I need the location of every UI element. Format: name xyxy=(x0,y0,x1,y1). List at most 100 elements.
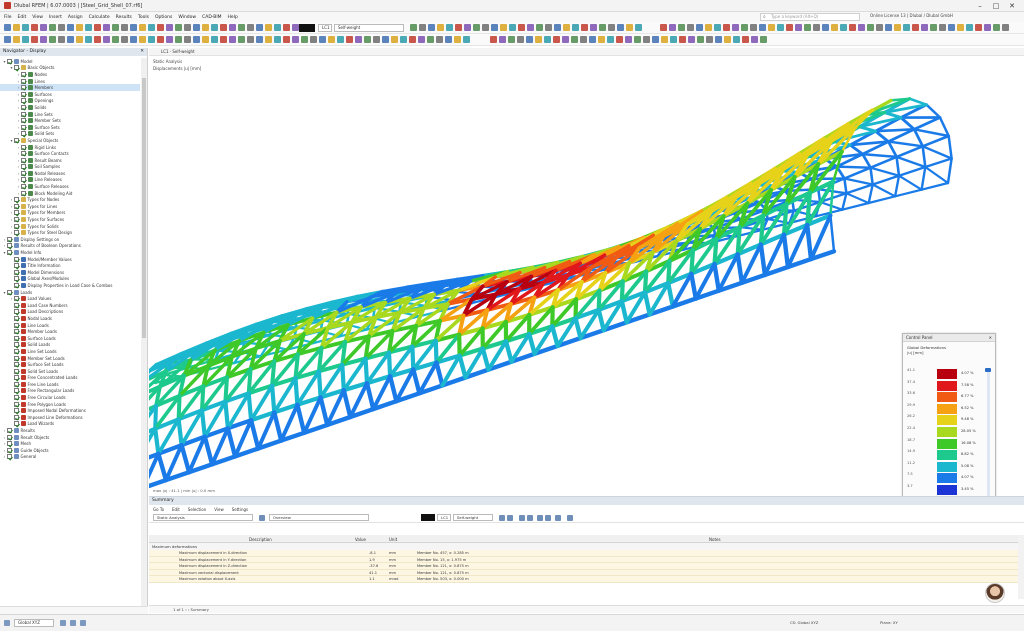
member-line[interactable] xyxy=(921,134,950,148)
summary-menu-view[interactable]: View xyxy=(214,507,224,512)
toolbar-tool-icon[interactable] xyxy=(148,24,155,31)
member-line[interactable] xyxy=(845,183,874,195)
nav-tree-item[interactable]: Free Circular Loads xyxy=(0,394,140,401)
color-scale-slider[interactable] xyxy=(987,370,990,505)
member-line[interactable] xyxy=(149,477,169,489)
member-line[interactable] xyxy=(895,155,901,177)
nav-tree-item[interactable]: Imposed Line Deformations xyxy=(0,414,140,421)
visibility-checkbox[interactable] xyxy=(14,230,19,236)
visibility-checkbox[interactable] xyxy=(14,375,19,381)
toolbar-tool-icon[interactable] xyxy=(759,24,766,31)
visibility-checkbox[interactable] xyxy=(21,177,26,183)
member-line[interactable] xyxy=(871,174,901,186)
toolbar-tool-icon[interactable] xyxy=(193,24,200,31)
toolbar-tool-icon[interactable] xyxy=(238,36,245,43)
nav-tree-item[interactable]: › Soil Samples xyxy=(0,164,140,171)
visibility-checkbox[interactable] xyxy=(14,269,19,275)
nav-tree-item[interactable]: › Result Beams xyxy=(0,157,140,164)
toolbar-tool-icon[interactable] xyxy=(373,36,380,43)
scale-color-swatch[interactable] xyxy=(937,392,957,403)
nav-tree-item[interactable]: › Block Modeling Aid xyxy=(0,190,140,197)
toolbar-tool-icon[interactable] xyxy=(635,24,642,31)
nav-tree-item[interactable]: Model/Member Values xyxy=(0,256,140,263)
member-line[interactable] xyxy=(386,350,393,379)
toolbar-tool-icon[interactable] xyxy=(563,24,570,31)
toolbar-tool-icon[interactable] xyxy=(22,24,29,31)
nav-tree-item[interactable]: › Members xyxy=(0,84,140,91)
member-line[interactable] xyxy=(848,143,865,156)
visibility-checkbox[interactable] xyxy=(14,217,19,223)
nav-tree-item[interactable]: ▾ Model Info xyxy=(0,249,140,256)
member-line[interactable] xyxy=(845,192,870,205)
nav-tree-item[interactable]: Title Information xyxy=(0,262,140,269)
toolbar-tool-icon[interactable] xyxy=(193,36,200,43)
member-line[interactable] xyxy=(758,242,768,278)
toolbar-tool-icon[interactable] xyxy=(751,36,758,43)
toolbar-tool-icon[interactable] xyxy=(572,24,579,31)
toolbar-tool-icon[interactable] xyxy=(473,24,480,31)
toolbar-tool-icon[interactable] xyxy=(202,24,209,31)
toolbar-tool-icon[interactable] xyxy=(67,36,74,43)
visibility-checkbox[interactable] xyxy=(14,381,19,387)
toolbar-tool-icon[interactable] xyxy=(921,24,928,31)
control-panel-close-icon[interactable]: ✕ xyxy=(989,334,992,342)
toolbar-tool-icon[interactable] xyxy=(283,24,290,31)
toolbar-tool-icon[interactable] xyxy=(581,24,588,31)
viewport-tab[interactable]: LC1 · Self-weight xyxy=(149,48,1024,56)
nav-tree-item[interactable]: Solid Loads xyxy=(0,342,140,349)
toolbar-tool-icon[interactable] xyxy=(410,24,417,31)
member-line[interactable] xyxy=(246,391,254,423)
toolbar-tool-icon[interactable] xyxy=(355,36,362,43)
member-line[interactable] xyxy=(153,426,161,456)
member-line[interactable] xyxy=(869,155,898,169)
toolbar-tool-icon[interactable] xyxy=(741,24,748,31)
member-line[interactable] xyxy=(433,338,439,365)
toolbar-tool-icon[interactable] xyxy=(94,36,101,43)
toolbar-tool-icon[interactable] xyxy=(607,36,614,43)
visibility-checkbox[interactable] xyxy=(14,329,19,335)
member-line[interactable] xyxy=(550,324,560,349)
nav-tree-item[interactable]: › Surface Sets xyxy=(0,124,140,131)
toolbar-tool-icon[interactable] xyxy=(418,36,425,43)
ortho-icon[interactable] xyxy=(80,620,86,626)
visibility-checkbox[interactable] xyxy=(21,151,26,157)
nav-tree-item[interactable]: › Mesh xyxy=(0,440,140,447)
navigator-scrollbar[interactable] xyxy=(141,58,147,613)
summary-scrollbar[interactable] xyxy=(1018,535,1024,599)
nav-tree-item[interactable]: › Nodes xyxy=(0,71,140,78)
toolbar-tool-icon[interactable] xyxy=(518,24,525,31)
toolbar-tool-icon[interactable] xyxy=(454,36,461,43)
previous-icon[interactable] xyxy=(499,514,505,521)
nav-tree-item[interactable]: Free Rectangular Loads xyxy=(0,388,140,395)
scale-color-swatch[interactable] xyxy=(937,369,957,379)
nav-tree-item[interactable]: › Types for Nodes xyxy=(0,196,140,203)
nav-tree-item[interactable]: › Lines xyxy=(0,78,140,85)
nav-tree-item[interactable]: Member Set Loads xyxy=(0,355,140,362)
toolbar-tool-icon[interactable] xyxy=(274,36,281,43)
nav-tree-item[interactable]: › Guide Objects xyxy=(0,447,140,454)
toolbar-tool-icon[interactable] xyxy=(490,36,497,43)
visibility-checkbox[interactable] xyxy=(21,118,26,124)
member-line[interactable] xyxy=(889,97,911,102)
nav-tree-item[interactable]: › Display Settings on xyxy=(0,236,140,243)
toolbar-tool-icon[interactable] xyxy=(130,36,137,43)
visibility-checkbox[interactable] xyxy=(7,289,12,295)
minimize-button[interactable]: – xyxy=(972,1,988,11)
scale-color-swatch[interactable] xyxy=(937,415,957,426)
nav-tree-item[interactable]: › Surface Releases xyxy=(0,183,140,190)
member-line[interactable] xyxy=(912,128,950,138)
toolbar-tool-icon[interactable] xyxy=(885,24,892,31)
toolbar-tool-icon[interactable] xyxy=(705,24,712,31)
toolbar-tool-icon[interactable] xyxy=(957,24,964,31)
visibility-checkbox[interactable] xyxy=(14,401,19,407)
toolbar-tool-icon[interactable] xyxy=(491,24,498,31)
toolbar-tool-icon[interactable] xyxy=(157,24,164,31)
member-line[interactable] xyxy=(781,232,791,270)
visibility-checkbox[interactable] xyxy=(14,414,19,420)
toolbar-tool-icon[interactable] xyxy=(858,24,865,31)
member-line[interactable] xyxy=(272,410,284,443)
visibility-checkbox[interactable] xyxy=(21,131,26,137)
visibility-checkbox[interactable] xyxy=(14,210,19,216)
nav-tree-item[interactable]: › Types for Solids xyxy=(0,223,140,230)
visibility-checkbox[interactable] xyxy=(21,170,26,176)
